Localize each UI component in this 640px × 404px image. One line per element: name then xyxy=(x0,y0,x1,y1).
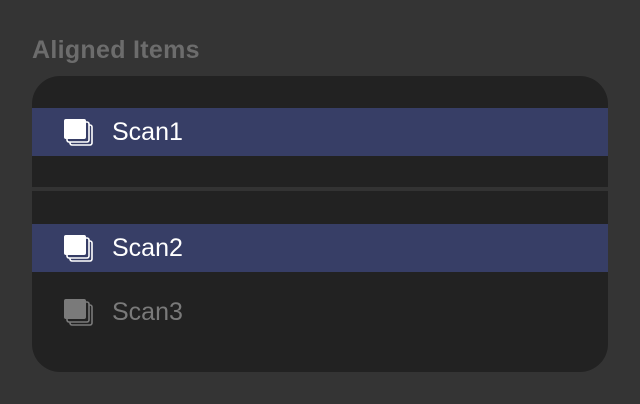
list-item-scan3[interactable]: Scan3 xyxy=(32,288,608,336)
list-item-label: Scan3 xyxy=(112,298,183,326)
list-item-label: Scan2 xyxy=(112,234,183,262)
layers-icon xyxy=(62,298,98,326)
section-title: Aligned Items xyxy=(32,36,200,64)
aligned-items-list[interactable]: Scan1 Scan2 Scan3 xyxy=(32,76,608,372)
list-divider xyxy=(32,187,608,191)
aligned-items-panel: Aligned Items Scan1 Scan2 Scan3 xyxy=(0,0,640,404)
layers-icon xyxy=(62,118,98,146)
list-item-scan1[interactable]: Scan1 xyxy=(32,108,608,156)
list-item-label: Scan1 xyxy=(112,118,183,146)
layers-icon xyxy=(62,234,98,262)
list-item-scan2[interactable]: Scan2 xyxy=(32,224,608,272)
